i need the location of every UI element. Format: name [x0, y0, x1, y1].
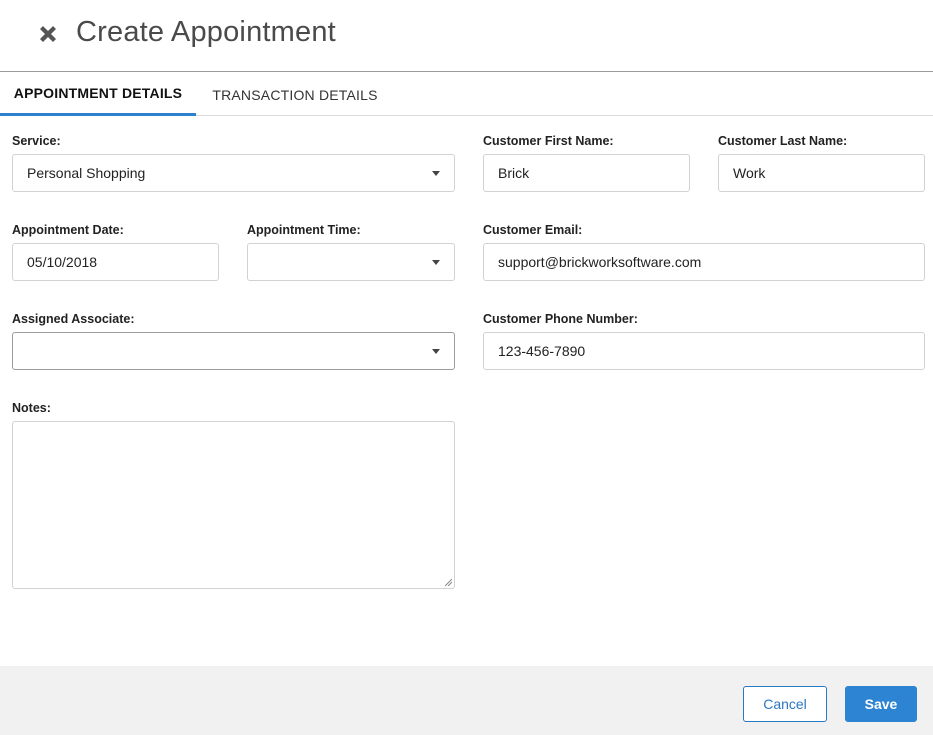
service-select[interactable]: Personal Shopping — [12, 154, 455, 192]
appointment-date-label: Appointment Date: — [12, 223, 124, 237]
appointment-time-label: Appointment Time: — [247, 223, 361, 237]
tab-appointment-details[interactable]: APPOINTMENT DETAILS — [0, 73, 196, 116]
phone-value: 123-456-7890 — [498, 343, 586, 359]
tab-bar: APPOINTMENT DETAILS TRANSACTION DETAILS — [0, 73, 933, 116]
create-appointment-dialog: Create Appointment APPOINTMENT DETAILS T… — [0, 0, 933, 735]
associate-select[interactable] — [12, 332, 455, 370]
first-name-input[interactable]: Brick — [483, 154, 690, 192]
last-name-input[interactable]: Work — [718, 154, 925, 192]
email-value: support@brickworksoftware.com — [498, 254, 702, 270]
notes-label: Notes: — [12, 401, 51, 415]
appointment-time-select[interactable] — [247, 243, 455, 281]
email-label: Customer Email: — [483, 223, 583, 237]
service-label: Service: — [12, 134, 61, 148]
tab-transaction-details[interactable]: TRANSACTION DETAILS — [200, 73, 390, 116]
close-button[interactable] — [36, 22, 60, 46]
caret-down-icon — [432, 260, 440, 265]
page-title: Create Appointment — [76, 16, 336, 48]
last-name-value: Work — [733, 165, 766, 181]
appointment-date-value: 05/10/2018 — [27, 254, 98, 270]
notes-textarea[interactable] — [12, 421, 455, 589]
first-name-label: Customer First Name: — [483, 134, 614, 148]
email-input[interactable]: support@brickworksoftware.com — [483, 243, 925, 281]
caret-down-icon — [432, 349, 440, 354]
caret-down-icon — [432, 171, 440, 176]
close-x-icon — [40, 26, 56, 42]
last-name-label: Customer Last Name: — [718, 134, 848, 148]
first-name-value: Brick — [498, 165, 530, 181]
cancel-button[interactable]: Cancel — [743, 686, 827, 722]
dialog-header: Create Appointment — [0, 0, 933, 72]
appointment-date-input[interactable]: 05/10/2018 — [12, 243, 219, 281]
phone-input[interactable]: 123-456-7890 — [483, 332, 925, 370]
save-button[interactable]: Save — [845, 686, 917, 722]
phone-label: Customer Phone Number: — [483, 312, 638, 326]
service-value: Personal Shopping — [27, 165, 146, 181]
dialog-footer: Cancel Save — [0, 666, 933, 735]
associate-label: Assigned Associate: — [12, 312, 135, 326]
resize-grip-icon[interactable] — [444, 578, 452, 586]
